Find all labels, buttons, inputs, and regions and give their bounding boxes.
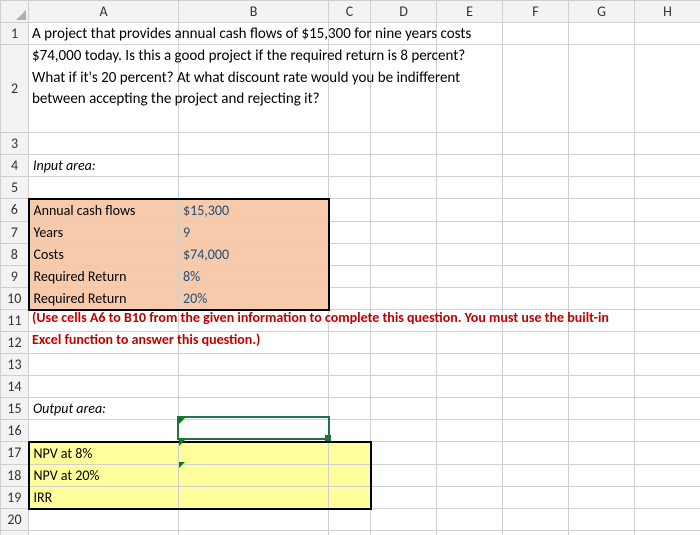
- cell-A6[interactable]: Annual cash flows: [29, 199, 179, 222]
- cell-A16[interactable]: [29, 420, 179, 442]
- row-header-7[interactable]: 7: [1, 221, 29, 243]
- cell-E2[interactable]: [437, 45, 503, 133]
- col-header-A[interactable]: A: [29, 1, 179, 23]
- error-indicator-icon: [179, 440, 185, 446]
- row-header-13[interactable]: 13: [1, 354, 29, 376]
- cell-B2[interactable]: [179, 45, 329, 133]
- cell-B17[interactable]: [179, 442, 329, 465]
- col-header-H[interactable]: H: [635, 1, 700, 23]
- cell-G1[interactable]: [569, 23, 635, 45]
- cell-B4[interactable]: [179, 155, 329, 177]
- cell-B19[interactable]: [179, 486, 329, 509]
- spreadsheet-grid[interactable]: A B C D E F G H 1 2 3 4 Input area: 5 6 …: [0, 0, 700, 535]
- row-header-5[interactable]: 5: [1, 177, 29, 199]
- cell-A3[interactable]: [29, 133, 179, 155]
- cell-A20[interactable]: [29, 509, 179, 531]
- output-area-label[interactable]: Output area:: [29, 398, 179, 420]
- cell-D2[interactable]: [371, 45, 437, 133]
- col-header-C[interactable]: C: [329, 1, 371, 23]
- row-header-4[interactable]: 4: [1, 155, 29, 177]
- cell-E1[interactable]: [437, 23, 503, 45]
- row-header-17[interactable]: 17: [1, 442, 29, 465]
- col-header-F[interactable]: F: [503, 1, 569, 23]
- cell-A17[interactable]: NPV at 8%: [29, 442, 179, 465]
- cell-B5[interactable]: [179, 177, 329, 199]
- cell-H1[interactable]: [635, 23, 700, 45]
- cell-A18[interactable]: NPV at 20%: [29, 464, 179, 486]
- cell-B8[interactable]: $74,000: [179, 243, 329, 265]
- cell-B10[interactable]: 20%: [179, 287, 329, 310]
- cell-G2[interactable]: [569, 45, 635, 133]
- cell-A10[interactable]: Required Return: [29, 287, 179, 310]
- cell-F1[interactable]: [503, 23, 569, 45]
- row-header-20[interactable]: 20: [1, 509, 29, 531]
- row-header-16[interactable]: 16: [1, 420, 29, 442]
- cell-A1[interactable]: [29, 23, 179, 45]
- cell-A11[interactable]: [29, 310, 179, 332]
- cell-H2[interactable]: [635, 45, 700, 133]
- row-header-19[interactable]: 19: [1, 486, 29, 509]
- row-header-12[interactable]: 12: [1, 332, 29, 354]
- cell-A8[interactable]: Costs: [29, 243, 179, 265]
- row-header-9[interactable]: 9: [1, 265, 29, 287]
- cell-A13[interactable]: [29, 354, 179, 376]
- row-header-14[interactable]: 14: [1, 376, 29, 398]
- row-header-18[interactable]: 18: [1, 464, 29, 486]
- cell-C1[interactable]: [329, 23, 371, 45]
- cell-A12[interactable]: [29, 332, 179, 354]
- row-header-3[interactable]: 3: [1, 133, 29, 155]
- error-indicator-icon: [179, 418, 185, 424]
- cell-B6[interactable]: $15,300: [179, 199, 329, 222]
- error-indicator-icon: [179, 462, 185, 468]
- cell-B18[interactable]: [179, 464, 329, 486]
- cell-A19[interactable]: IRR: [29, 486, 179, 509]
- cell-B9[interactable]: 8%: [179, 265, 329, 287]
- col-header-G[interactable]: G: [569, 1, 635, 23]
- spreadsheet-frame: A B C D E F G H 1 2 3 4 Input area: 5 6 …: [0, 0, 700, 535]
- cell-C17[interactable]: [329, 442, 371, 465]
- cell-A9[interactable]: Required Return: [29, 265, 179, 287]
- cell-C2[interactable]: [329, 45, 371, 133]
- row-header-1[interactable]: 1: [1, 23, 29, 45]
- cell-A21[interactable]: [29, 531, 179, 535]
- input-area-label[interactable]: Input area:: [29, 155, 179, 177]
- cell-C18[interactable]: [329, 464, 371, 486]
- col-header-E[interactable]: E: [437, 1, 503, 23]
- row-header-8[interactable]: 8: [1, 243, 29, 265]
- cell-A7[interactable]: Years: [29, 221, 179, 243]
- row-header-21[interactable]: 21: [1, 531, 29, 535]
- row-header-10[interactable]: 10: [1, 287, 29, 310]
- cell-A14[interactable]: [29, 376, 179, 398]
- cell-A2[interactable]: [29, 45, 179, 133]
- row-header-15[interactable]: 15: [1, 398, 29, 420]
- cell-D1[interactable]: [371, 23, 437, 45]
- cell-B7[interactable]: 9: [179, 221, 329, 243]
- col-header-B[interactable]: B: [179, 1, 329, 23]
- cell-B1[interactable]: [179, 23, 329, 45]
- row-header-11[interactable]: 11: [1, 310, 29, 332]
- cell-A5[interactable]: [29, 177, 179, 199]
- col-header-row: A B C D E F G H: [1, 1, 700, 23]
- select-all-corner[interactable]: [1, 1, 29, 23]
- row-header-6[interactable]: 6: [1, 199, 29, 222]
- row-header-2[interactable]: 2: [1, 45, 29, 133]
- cell-B3[interactable]: [179, 133, 329, 155]
- cell-C19[interactable]: [329, 486, 371, 509]
- col-header-D[interactable]: D: [371, 1, 437, 23]
- cell-F2[interactable]: [503, 45, 569, 133]
